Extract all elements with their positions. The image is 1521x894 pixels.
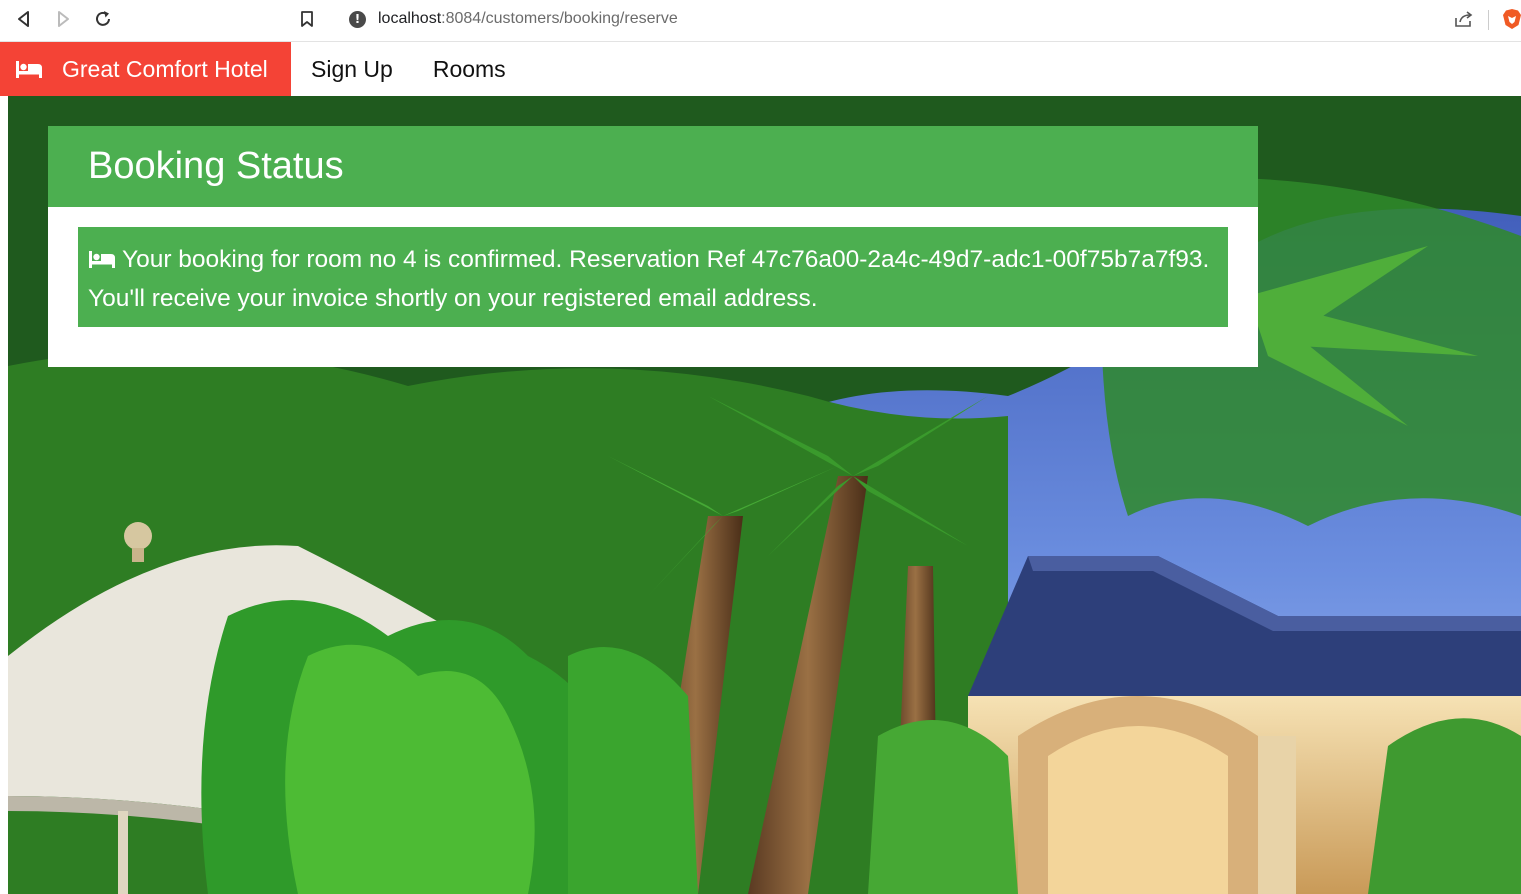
panel-title: Booking Status [48,126,1258,207]
forward-icon [58,11,69,27]
bookmark-icon [301,11,313,27]
brave-lion-icon [1503,9,1521,29]
address-bar[interactable]: ! localhost:8084/customers/booking/reser… [335,3,1485,35]
nav-link-rooms[interactable]: Rooms [413,42,526,96]
brand-link[interactable]: Great Comfort Hotel [0,42,291,96]
nav-link-sign-up[interactable]: Sign Up [291,42,413,96]
brave-shields-button[interactable] [1500,5,1521,33]
reload-icon [96,11,110,26]
share-button[interactable] [1450,6,1478,32]
confirmation-message: Your booking for room no 4 is confirmed.… [88,246,1210,312]
site-navbar: Great Comfort Hotel Sign Up Rooms [0,42,1521,96]
booking-status-panel: Booking Status Your booking for room no … [48,126,1258,367]
forward-button[interactable] [47,5,79,33]
back-icon [18,11,29,27]
brand-label: Great Comfort Hotel [62,55,268,82]
share-icon [1455,11,1473,27]
booking-confirmation-alert: Your booking for room no 4 is confirmed.… [78,227,1228,327]
bed-icon [88,243,116,280]
url-path: :8084/customers/booking/reserve [441,10,678,27]
bed-icon [15,59,43,79]
browser-toolbar: ! localhost:8084/customers/booking/reser… [0,0,1521,42]
toolbar-divider [1488,10,1489,30]
site-info-icon[interactable]: ! [349,10,366,28]
url-host: localhost [378,10,442,27]
back-button[interactable] [8,5,40,33]
reload-button[interactable] [87,5,119,33]
bookmark-button[interactable] [292,5,322,33]
url-text: localhost:8084/customers/booking/reserve [378,10,678,28]
